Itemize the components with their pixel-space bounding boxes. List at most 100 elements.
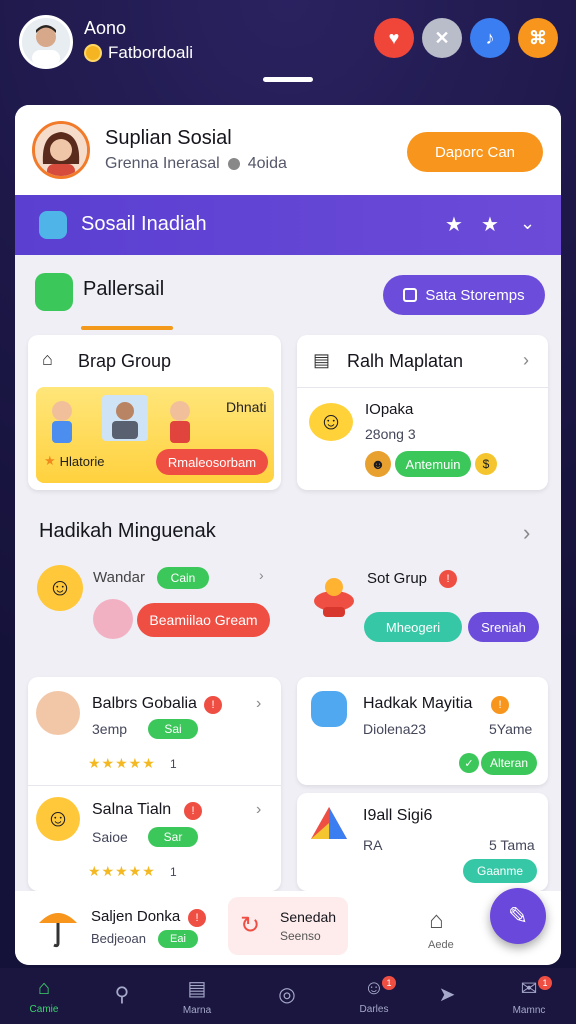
list-card-right[interactable]: I9all Sigi6 RA 5 Tama Gaanme (297, 793, 548, 891)
main-sheet: Suplian Sosial Grenna Inerasal 4oida Dap… (15, 105, 561, 965)
chevron-right-icon[interactable]: › (523, 520, 530, 546)
profile-avatar[interactable] (32, 121, 90, 179)
rating-stars: ★★★★★ (88, 755, 156, 771)
map-card[interactable]: ▤ Ralh Maplatan › ☺ IOpaka 28ong 3 ☻ Ant… (297, 335, 548, 490)
feature-pill[interactable]: Mheogeri (364, 612, 462, 642)
heart-icon[interactable]: ♥ (374, 18, 414, 58)
group-banner: Dhnati ★ Hlatorie Rmaleosorbam (36, 387, 274, 483)
profile-subtitle: Grenna Inerasal 4oida (105, 155, 287, 172)
featured-tile[interactable]: ↻ Senedah Seenso (228, 897, 348, 955)
rating-stars: ★★★★★ (88, 863, 156, 879)
group-card[interactable]: ⌂ Brap Group Dhnati ★ Hlatorie Rmaleosor… (28, 335, 281, 490)
game-icon[interactable]: ⌘ (518, 18, 558, 58)
band-title: Sosail Inadiah (81, 213, 207, 235)
star-icon[interactable]: ★ (481, 212, 499, 237)
map-card-title: Ralh Maplatan (347, 351, 464, 371)
featured-sub: Seenso (280, 929, 321, 943)
group-join-button[interactable]: Rmaleosorbam (156, 449, 268, 475)
coin-icon (84, 44, 102, 62)
profile-icon: ☺ (363, 977, 385, 999)
chevron-right-icon[interactable]: › (523, 350, 529, 371)
avatar[interactable] (19, 15, 73, 69)
nav-search[interactable]: ⚲ (87, 968, 157, 1024)
list-item-pill[interactable]: Sar (148, 827, 198, 847)
home-icon: ⌂ (37, 977, 51, 999)
rating-count: 1 (170, 865, 177, 879)
compose-fab-button[interactable]: ✎ (490, 888, 546, 944)
chevron-down-icon[interactable]: ⌄ (520, 213, 535, 234)
music-icon[interactable]: ♪ (470, 18, 510, 58)
footer-label: Aede (428, 939, 454, 951)
home-icon[interactable]: ⌂ (429, 907, 444, 935)
map-item-pill[interactable]: Antemuin (395, 451, 471, 477)
rating-count: 1 (170, 757, 177, 771)
section-logo-icon (35, 273, 73, 311)
profile-header: Suplian Sosial Grenna Inerasal 4oida Dap… (15, 105, 561, 195)
home-icon: ⌂ (42, 349, 53, 369)
star-icon[interactable]: ★ (445, 212, 463, 237)
notification-badge: ! (184, 802, 202, 820)
nav-chat[interactable]: ✉ Mamnc (494, 968, 564, 1024)
primary-action-button[interactable]: Daporc Can (407, 132, 543, 172)
feature-pill[interactable]: Cain (157, 567, 209, 589)
list-item-name: Balbrs Gobalia (92, 695, 197, 712)
divider (297, 387, 548, 388)
chevron-right-icon[interactable]: › (256, 695, 261, 713)
emoji-icon: ☺ (36, 797, 80, 841)
list-item-pill[interactable]: Gaanme (463, 859, 537, 883)
check-icon: ✓ (459, 753, 479, 773)
map-item-name: IOpaka (365, 401, 414, 418)
user-subtitle: Fatbordoali (84, 43, 193, 63)
emoji-icon: ☺ (309, 403, 353, 441)
creature-icon (311, 691, 347, 727)
map-item-sub: 28ong 3 (365, 426, 416, 442)
section-title: Pallersail (83, 278, 165, 300)
list-item-name: Hadkak Mayitia (363, 695, 473, 712)
refresh-icon: ↻ (240, 912, 261, 939)
chevron-right-icon[interactable]: › (256, 801, 261, 819)
share-icon[interactable]: ✕ (422, 18, 462, 58)
list-item-sub: 3emp (92, 721, 128, 737)
stats-button[interactable]: Sata Storemps (383, 275, 545, 315)
chevron-right-icon[interactable]: › (259, 567, 264, 583)
chat-icon: ✉ (520, 978, 538, 1000)
emoji-icon: ☺ (37, 565, 83, 611)
nav-send[interactable]: ➤ (412, 968, 482, 1024)
feature-pill[interactable]: Sreniah (468, 612, 539, 642)
list-item-time: 5 Tama (489, 837, 535, 853)
banner-text: Dhnati (226, 399, 267, 415)
compass-icon: ◎ (278, 983, 296, 1006)
avatar (93, 599, 133, 639)
nav-explore[interactable]: ◎ (252, 968, 322, 1024)
umbrella-icon (37, 903, 79, 949)
list-card-left: Balbrs Gobalia ! › 3emp Sai ★★★★★ 1 ☺ Sa… (28, 677, 281, 891)
notification-badge: ! (491, 696, 509, 714)
notification-badge: ! (188, 909, 206, 927)
notification-badge: ! (439, 570, 457, 588)
nav-inbox[interactable]: ▤ Marna (162, 968, 232, 1024)
band-logo-icon (39, 211, 67, 239)
list-item-sub: Diolena23 (363, 721, 427, 737)
game-character-icon (313, 571, 355, 619)
nav-home[interactable]: ⌂ Camie (9, 968, 79, 1024)
feature-action-button[interactable]: Beamiilao Gream (137, 603, 270, 637)
divider (28, 785, 281, 786)
bottom-nav: ⌂ Camie ⚲ ▤ Marna ◎ ☺ Darles 1 ➤ ✉ Mamnc… (0, 968, 576, 1024)
section-band: Sosail Inadiah ★ ★ ⌄ (15, 195, 561, 255)
list-item-sub: RA (363, 837, 383, 853)
list-card-right[interactable]: Hadkak Mayitia ! Diolena23 5Yame ✓ Alter… (297, 677, 548, 785)
feature-label: Sot Grup (367, 570, 428, 587)
group-label: ★ Hlatorie (44, 453, 105, 469)
list-item-name: I9all Sigi6 (363, 807, 433, 824)
list-item-pill[interactable]: Alteran (481, 751, 537, 775)
list-item-time: 5Yame (489, 721, 533, 737)
notification-badge: 1 (382, 976, 396, 990)
footer-pill[interactable]: Eai (158, 930, 198, 948)
coin-icon: $ (475, 453, 497, 475)
list-item-pill[interactable]: Sai (148, 719, 198, 739)
username: Aono (84, 18, 127, 38)
drag-handle[interactable] (263, 77, 313, 82)
nav-profile[interactable]: ☺ Darles (339, 968, 409, 1024)
group-card-title: Brap Group (78, 351, 172, 371)
footer-name: Saljen Donka (91, 908, 181, 925)
